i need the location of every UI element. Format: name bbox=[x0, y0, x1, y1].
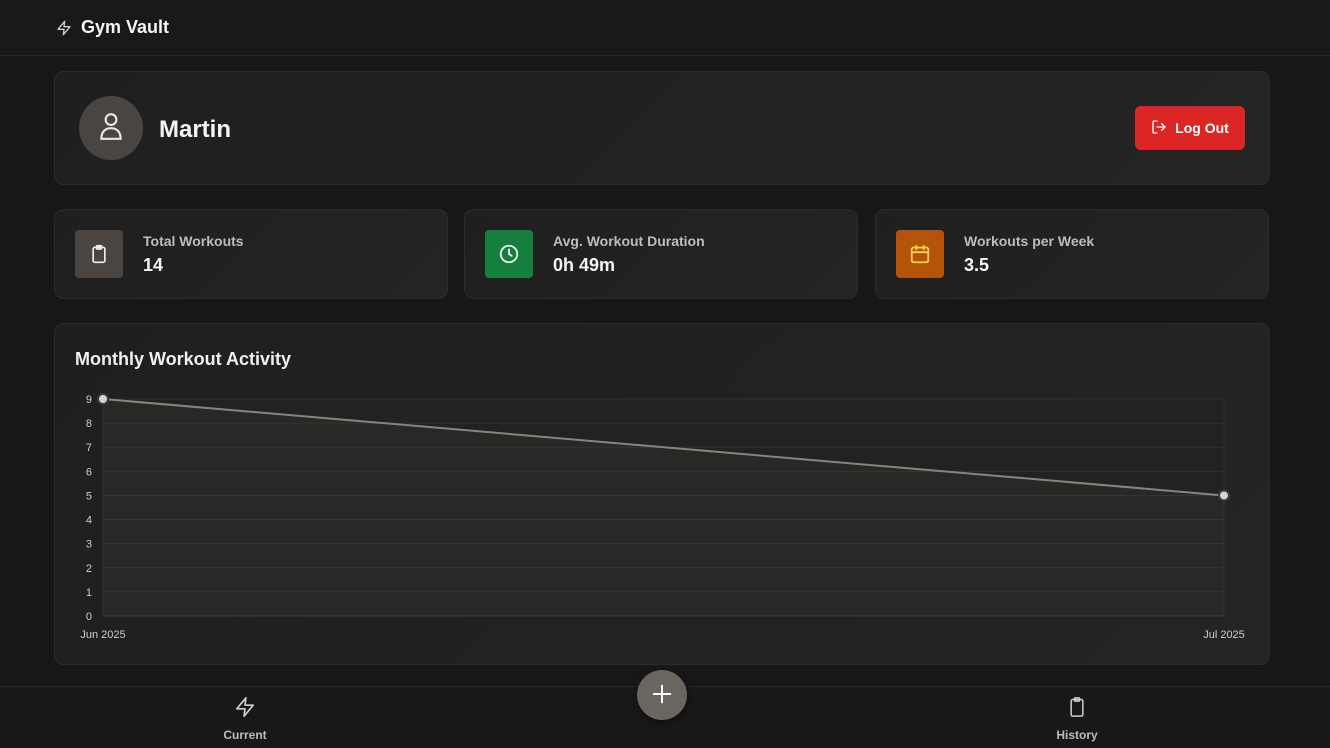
nav-history[interactable]: History bbox=[1037, 687, 1117, 748]
data-point bbox=[1218, 489, 1230, 502]
y-tick-label: 7 bbox=[86, 442, 92, 454]
top-bar: Gym Vault bbox=[0, 0, 1330, 56]
nav-current-label: Current bbox=[223, 727, 267, 742]
logout-icon bbox=[1151, 119, 1167, 138]
avatar bbox=[79, 96, 143, 160]
nav-history-label: History bbox=[1056, 727, 1098, 742]
logout-label: Log Out bbox=[1175, 120, 1229, 136]
y-tick-label: 8 bbox=[86, 418, 92, 430]
logout-button[interactable]: Log Out bbox=[1135, 106, 1245, 150]
stat-value: 3.5 bbox=[964, 255, 990, 275]
clipboard-icon bbox=[75, 230, 123, 278]
y-tick-label: 6 bbox=[86, 466, 92, 478]
stat-card-workouts-per-week: Workouts per Week 3.5 bbox=[875, 209, 1269, 299]
calendar-icon bbox=[896, 230, 944, 278]
stat-value: 14 bbox=[143, 255, 164, 275]
chart-card: Monthly Workout Activity 0 1 2 3 4 5 6 7 8 9 Jun 2… bbox=[54, 323, 1270, 665]
user-icon bbox=[98, 111, 124, 146]
stat-label: Workouts per Week bbox=[964, 233, 1095, 249]
profile-card: Martin Log Out bbox=[54, 71, 1270, 185]
x-tick-label: Jun 2025 bbox=[80, 629, 125, 641]
add-workout-button[interactable] bbox=[637, 670, 687, 720]
plus-icon bbox=[651, 683, 673, 708]
bolt-icon bbox=[56, 19, 72, 37]
stat-label: Total Workouts bbox=[143, 233, 244, 249]
clock-icon bbox=[485, 230, 533, 278]
stat-label: Avg. Workout Duration bbox=[553, 233, 705, 249]
app-title: Gym Vault bbox=[81, 17, 170, 37]
y-tick-label: 0 bbox=[86, 611, 92, 623]
stat-card-total-workouts: Total Workouts 14 bbox=[54, 209, 448, 299]
y-tick-label: 1 bbox=[86, 587, 92, 599]
y-tick-label: 3 bbox=[86, 539, 92, 551]
stat-value: 0h 49m bbox=[553, 255, 616, 275]
y-tick-label: 4 bbox=[86, 515, 92, 527]
y-tick-label: 2 bbox=[86, 563, 92, 575]
stat-card-avg-duration: Avg. Workout Duration 0h 49m bbox=[464, 209, 858, 299]
x-tick-label: Jul 2025 bbox=[1203, 629, 1245, 641]
user-name: Martin bbox=[159, 116, 231, 143]
y-tick-label: 9 bbox=[86, 394, 92, 406]
data-point bbox=[97, 393, 109, 405]
clipboard-icon bbox=[1067, 695, 1087, 724]
bolt-icon bbox=[234, 695, 256, 724]
y-tick-label: 5 bbox=[86, 490, 92, 502]
line-chart: 0 1 2 3 4 5 6 7 8 9 Jun 2025 Jul 2025 bbox=[80, 393, 1245, 641]
nav-current[interactable]: Current bbox=[205, 687, 285, 748]
